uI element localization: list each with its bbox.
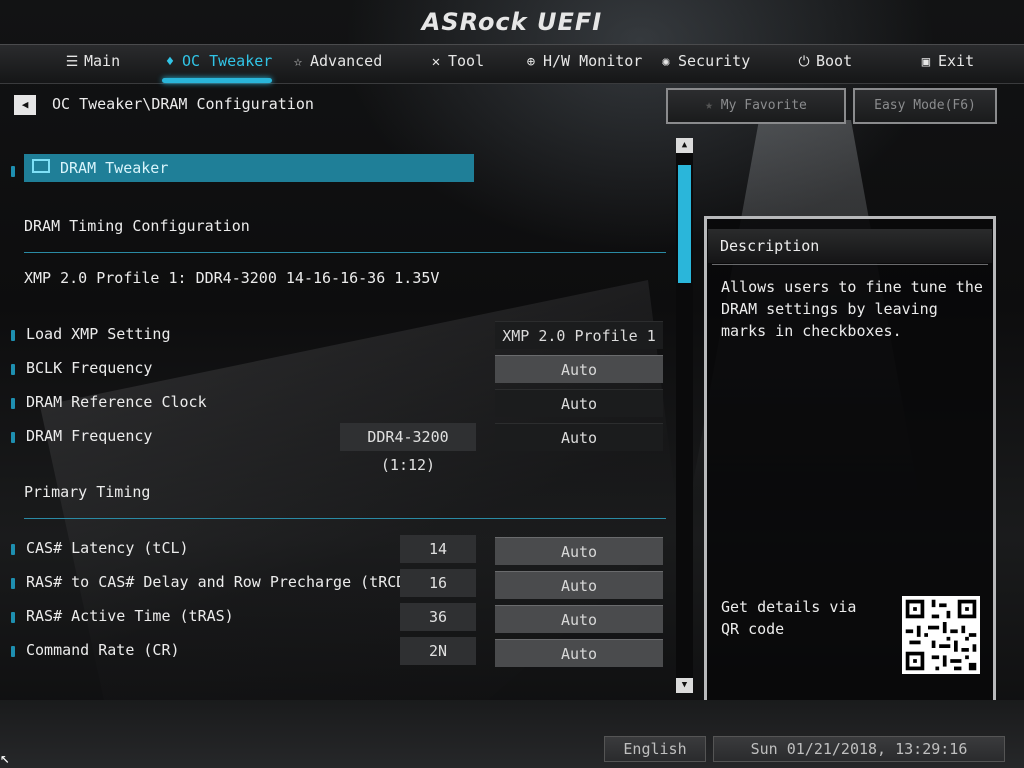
description-title: Description (720, 237, 820, 255)
power-icon: ⏻ (798, 54, 810, 70)
tools-icon: ✕ (431, 54, 441, 70)
divider (24, 518, 666, 519)
rocket-icon: ♦ (165, 54, 175, 70)
main-nav: ☰ Main ♦ OC Tweaker ☆ Advanced ✕ Tool ⊕ H/W M… (0, 44, 1024, 84)
tab-advanced[interactable]: ☆ Advanced (290, 45, 382, 81)
item-marker (11, 646, 15, 657)
scroll-down-icon[interactable]: ▼ (676, 678, 693, 693)
my-favorite-button[interactable]: ★ My Favorite (666, 88, 846, 124)
current-value: DDR4-3200 (1:12) (340, 423, 476, 474)
load-xmp-select[interactable]: XMP 2.0 Profile 1 (495, 321, 663, 349)
dram-reference-clock-select[interactable]: Auto (495, 389, 663, 417)
memory-icon (32, 159, 50, 173)
divider (24, 252, 666, 253)
setting-label[interactable]: Load XMP Setting (26, 325, 171, 343)
item-marker (11, 364, 15, 375)
my-favorite-label: My Favorite (720, 98, 807, 113)
mouse-cursor-icon: ↖ (0, 748, 10, 767)
list-icon: ☰ (65, 54, 79, 70)
item-marker (11, 166, 15, 177)
timing-config-heading: DRAM Timing Configuration (24, 217, 250, 235)
qr-code-icon (902, 596, 980, 674)
item-marker (11, 544, 15, 555)
scroll-up-icon[interactable]: ▲ (676, 138, 693, 153)
current-value: 16 (400, 569, 476, 597)
command-rate-field[interactable]: Auto (495, 639, 663, 667)
tab-label: Advanced (310, 52, 383, 70)
divider (712, 264, 988, 265)
dram-frequency-select[interactable]: Auto (495, 423, 663, 451)
tab-exit[interactable]: ▣ Exit (918, 45, 974, 81)
tab-label: Tool (448, 52, 485, 70)
current-value: 36 (400, 603, 476, 631)
dram-tweaker-header[interactable]: DRAM Tweaker (24, 154, 474, 182)
item-marker (11, 612, 15, 623)
description-text: Allows users to fine tune the DRAM setti… (721, 278, 983, 340)
tab-security[interactable]: ✺ Security (658, 45, 750, 81)
item-marker (11, 330, 15, 341)
star-icon: ☆ (293, 54, 303, 70)
exit-icon: ▣ (921, 54, 931, 70)
tab-oc-tweaker[interactable]: ♦ OC Tweaker (162, 45, 273, 83)
language-button[interactable]: English (604, 736, 706, 762)
easy-mode-button[interactable]: Easy Mode(F6) (853, 88, 997, 124)
tab-label: H/W Monitor (543, 52, 643, 70)
setting-label[interactable]: BCLK Frequency (26, 359, 152, 377)
asrock-uefi-logo: ASRock UEFI (421, 8, 603, 36)
tab-label: Security (678, 52, 751, 70)
tab-boot[interactable]: ⏻ Boot (796, 45, 852, 81)
tab-main[interactable]: ☰ Main (64, 45, 120, 81)
crosshair-icon: ⊕ (526, 54, 536, 70)
tab-label: Main (84, 52, 121, 70)
bclk-frequency-field[interactable]: Auto (495, 355, 663, 383)
setting-label[interactable]: CAS# Latency (tCL) (26, 539, 189, 557)
cas-latency-field[interactable]: Auto (495, 537, 663, 565)
current-value: 14 (400, 535, 476, 563)
item-marker (11, 432, 15, 443)
breadcrumb: OC Tweaker\DRAM Configuration (52, 95, 314, 113)
tab-label: OC Tweaker (182, 52, 273, 70)
xmp-profile-info: XMP 2.0 Profile 1: DDR4-3200 14-16-16-36… (24, 269, 440, 287)
tab-hw-monitor[interactable]: ⊕ H/W Monitor (523, 45, 643, 81)
scrollbar-thumb[interactable] (678, 165, 691, 283)
star-icon: ★ (705, 98, 721, 113)
trcdtrp-field[interactable]: Auto (495, 571, 663, 599)
datetime-display: Sun 01/21/2018, 13:29:16 (713, 736, 1005, 762)
setting-label[interactable]: RAS# to CAS# Delay and Row Precharge (tR… (26, 573, 441, 591)
back-arrow-icon[interactable]: ◀ (14, 95, 36, 115)
tab-label: Exit (938, 52, 975, 70)
setting-label[interactable]: DRAM Reference Clock (26, 393, 207, 411)
item-marker (11, 398, 15, 409)
setting-label[interactable]: RAS# Active Time (tRAS) (26, 607, 234, 625)
qr-caption: Get details via QR code (721, 598, 857, 638)
tab-label: Boot (816, 52, 853, 70)
tras-field[interactable]: Auto (495, 605, 663, 633)
setting-label[interactable]: DRAM Frequency (26, 427, 152, 445)
setting-label[interactable]: Command Rate (CR) (26, 641, 180, 659)
shield-icon: ✺ (661, 54, 671, 70)
primary-timing-heading: Primary Timing (24, 483, 151, 501)
item-marker (11, 578, 15, 589)
current-value: 2N (400, 637, 476, 665)
section-title: DRAM Tweaker (60, 159, 169, 177)
tab-tool[interactable]: ✕ Tool (428, 45, 484, 81)
